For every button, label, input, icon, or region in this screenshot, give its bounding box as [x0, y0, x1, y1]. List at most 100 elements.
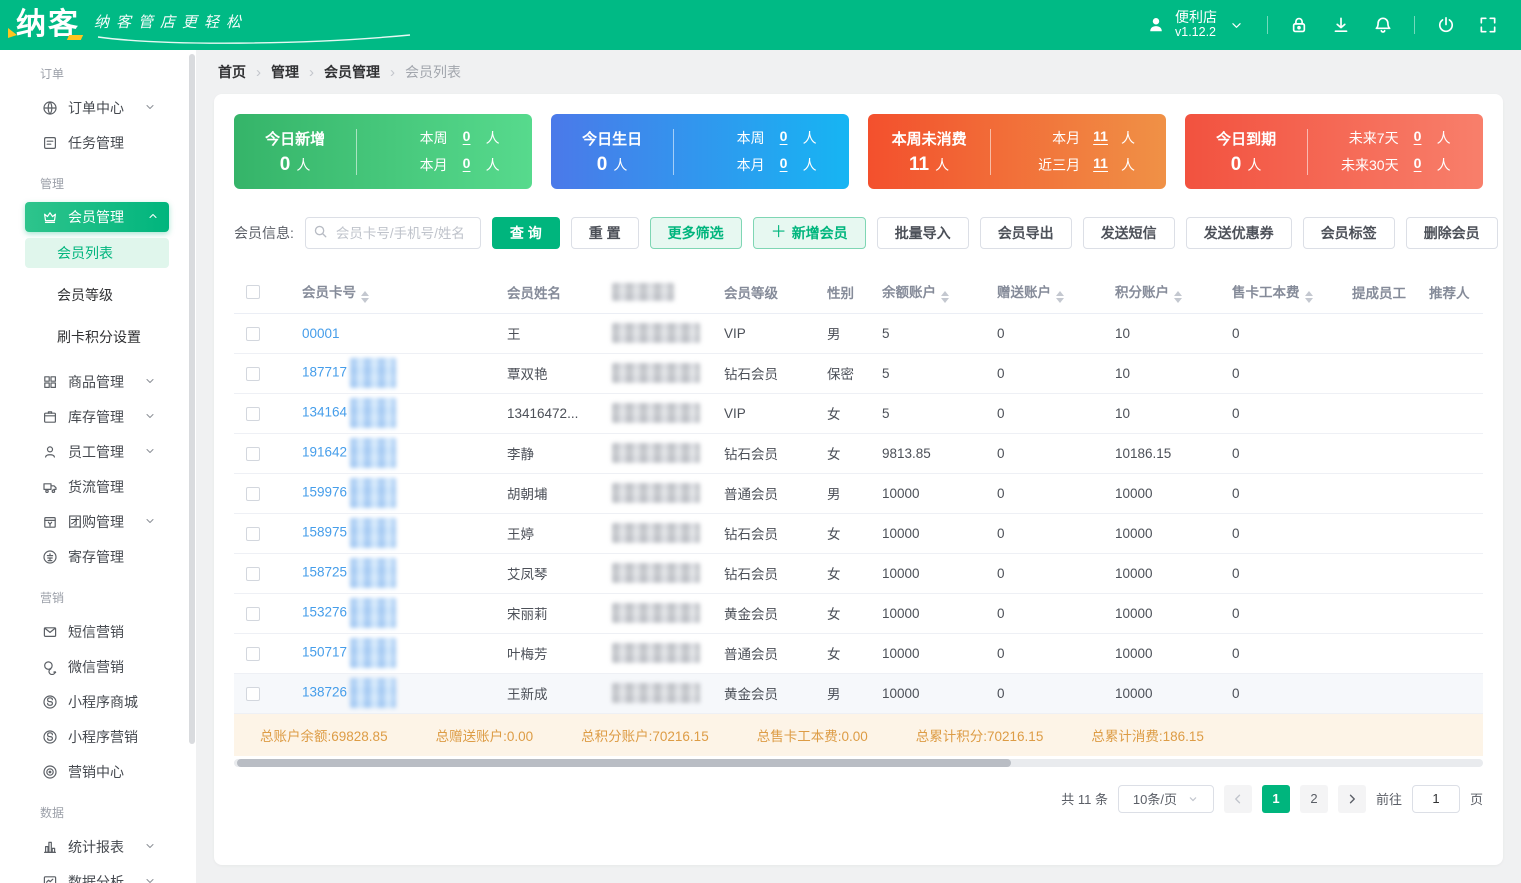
horizontal-scrollbar[interactable]	[234, 759, 1483, 767]
sidebar-item-sms-marketing[interactable]: 短信营销	[0, 614, 196, 649]
sidebar-item-wechat-marketing[interactable]: 微信营销	[0, 649, 196, 684]
download-icon[interactable]	[1330, 14, 1352, 36]
col-card-fee[interactable]: 售卡工本费	[1220, 271, 1340, 313]
row-checkbox[interactable]	[246, 487, 260, 501]
send-sms-button[interactable]: 发送短信	[1083, 217, 1175, 249]
table-row: 153276 宋丽莉 黄金会员 女 10000 0 10000 0	[234, 593, 1483, 633]
power-icon[interactable]	[1435, 14, 1457, 36]
row-checkbox[interactable]	[246, 527, 260, 541]
member-card-no-link[interactable]: 158725	[302, 565, 347, 580]
stat-sub-value[interactable]: 0	[1412, 128, 1424, 148]
sidebar-item-deposit-management[interactable]: 寄存管理	[0, 539, 196, 574]
member-card-no-link[interactable]: 158975	[302, 525, 347, 540]
page-button-1[interactable]: 1	[1262, 785, 1290, 813]
sidebar-item-member-management[interactable]: 会员管理	[25, 202, 169, 232]
sidebar-subitem-member-level[interactable]: 会员等级	[25, 280, 169, 310]
sidebar-item-miniapp-marketing[interactable]: 小程序营销	[0, 719, 196, 754]
member-card-no-link[interactable]: 187717	[302, 365, 347, 380]
row-checkbox[interactable]	[246, 447, 260, 461]
stat-sub-value[interactable]: 11	[1093, 155, 1108, 175]
breadcrumb-home[interactable]: 首页	[218, 62, 246, 82]
select-all-checkbox[interactable]	[246, 285, 260, 299]
row-checkbox[interactable]	[246, 367, 260, 381]
member-tag-button[interactable]: 会员标签	[1303, 217, 1395, 249]
stat-sub-value[interactable]: 0	[778, 155, 790, 175]
row-checkbox[interactable]	[246, 607, 260, 621]
lock-icon[interactable]	[1288, 14, 1310, 36]
sidebar-item-inventory-management[interactable]: 库存管理	[0, 399, 196, 434]
sidebar-item-order-center[interactable]: 订单中心	[0, 90, 196, 125]
sort-icon[interactable]	[1305, 291, 1313, 303]
sort-icon[interactable]	[361, 291, 369, 303]
send-coupon-button[interactable]: 发送优惠券	[1186, 217, 1292, 249]
member-export-button[interactable]: 会员导出	[980, 217, 1072, 249]
page-size-select[interactable]: 10条/页	[1118, 785, 1214, 813]
next-page-button[interactable]	[1338, 785, 1366, 813]
breadcrumb-management[interactable]: 管理	[271, 62, 299, 82]
member-card-no-link[interactable]: 191642	[302, 445, 347, 460]
sidebar-item-staff-management[interactable]: 员工管理	[0, 434, 196, 469]
sidebar-item-task-management[interactable]: 任务管理	[0, 125, 196, 160]
member-card-no-link[interactable]: 150717	[302, 645, 347, 660]
sidebar-subitem-member-list[interactable]: 会员列表	[25, 238, 169, 268]
stat-sub-value[interactable]: 0	[1412, 155, 1424, 175]
bell-icon[interactable]	[1372, 14, 1394, 36]
member-card-no-link[interactable]: 153276	[302, 605, 347, 620]
row-checkbox[interactable]	[246, 647, 260, 661]
delete-member-button[interactable]: 删除会员	[1406, 217, 1498, 249]
app-logo: 纳客	[16, 3, 80, 47]
stat-sub-label: 未来7天	[1341, 128, 1399, 148]
prev-page-button[interactable]	[1224, 785, 1252, 813]
member-card-no-link[interactable]: 134164	[302, 405, 347, 420]
more-filter-button[interactable]: 更多筛选	[650, 217, 742, 249]
member-card-no-link[interactable]: 159976	[302, 485, 347, 500]
sidebar-item-marketing-center[interactable]: 营销中心	[0, 754, 196, 789]
sort-icon[interactable]	[941, 291, 949, 303]
app-version: v1.12.2	[1175, 25, 1217, 40]
col-points[interactable]: 积分账户	[1103, 271, 1220, 313]
row-checkbox[interactable]	[246, 327, 260, 341]
col-card-no[interactable]: 会员卡号	[290, 271, 495, 313]
stat-sub-value[interactable]: 11	[1093, 128, 1108, 148]
stat-sub-value[interactable]: 0	[461, 128, 473, 148]
sidebar-item-data-analysis[interactable]: 数据分析	[0, 864, 196, 883]
sort-icon[interactable]	[1174, 291, 1182, 303]
member-card-no-link[interactable]: 00001	[302, 326, 340, 341]
reset-button[interactable]: 重 置	[571, 217, 639, 249]
member-card-no-link[interactable]: 138726	[302, 685, 347, 700]
sidebar-item-goods-management[interactable]: 商品管理	[0, 364, 196, 399]
summary-total-consumption: 总累计消费:186.15	[1091, 725, 1204, 745]
goto-page-input[interactable]	[1412, 785, 1460, 813]
add-member-button[interactable]: ＋ 新增会员	[753, 217, 866, 249]
row-checkbox[interactable]	[246, 567, 260, 581]
sidebar-subitem-card-points-settings[interactable]: 刷卡积分设置	[25, 322, 169, 352]
fullscreen-icon[interactable]	[1477, 14, 1499, 36]
row-checkbox[interactable]	[246, 687, 260, 701]
card-fee: 0	[1220, 393, 1340, 433]
sort-icon[interactable]	[1056, 291, 1064, 303]
redacted-card-no	[350, 478, 396, 508]
commission-staff	[1340, 433, 1417, 473]
breadcrumb-member-management[interactable]: 会员管理	[324, 62, 380, 82]
page-button-2[interactable]: 2	[1300, 785, 1328, 813]
scrollbar-thumb[interactable]	[237, 759, 1011, 767]
row-checkbox[interactable]	[246, 407, 260, 421]
search-button[interactable]: 查 询	[492, 217, 560, 249]
stat-sub-value[interactable]: 0	[461, 155, 473, 175]
table-row: 158725 艾凤琴 钻石会员 女 10000 0 10000 0	[234, 553, 1483, 593]
user-icon	[1145, 14, 1167, 36]
sidebar-item-groupbuy-management[interactable]: 团购管理	[0, 504, 196, 539]
member-gender: 女	[815, 593, 870, 633]
col-balance[interactable]: 余额账户	[870, 271, 985, 313]
stat-sub-value[interactable]: 0	[778, 128, 790, 148]
sidebar-item-label: 统计报表	[68, 837, 124, 857]
sidebar-item-miniapp-mall[interactable]: 小程序商城	[0, 684, 196, 719]
sidebar-item-statistics-report[interactable]: 统计报表	[0, 829, 196, 864]
stat-unit: 人	[296, 157, 310, 173]
sidebar-scrollbar[interactable]	[189, 54, 195, 744]
batch-import-button[interactable]: 批量导入	[877, 217, 969, 249]
account-menu[interactable]: 便利店 v1.12.2	[1145, 10, 1247, 40]
member-search-input[interactable]	[305, 217, 481, 249]
col-gift[interactable]: 赠送账户	[985, 271, 1103, 313]
sidebar-item-logistics-management[interactable]: 货流管理	[0, 469, 196, 504]
